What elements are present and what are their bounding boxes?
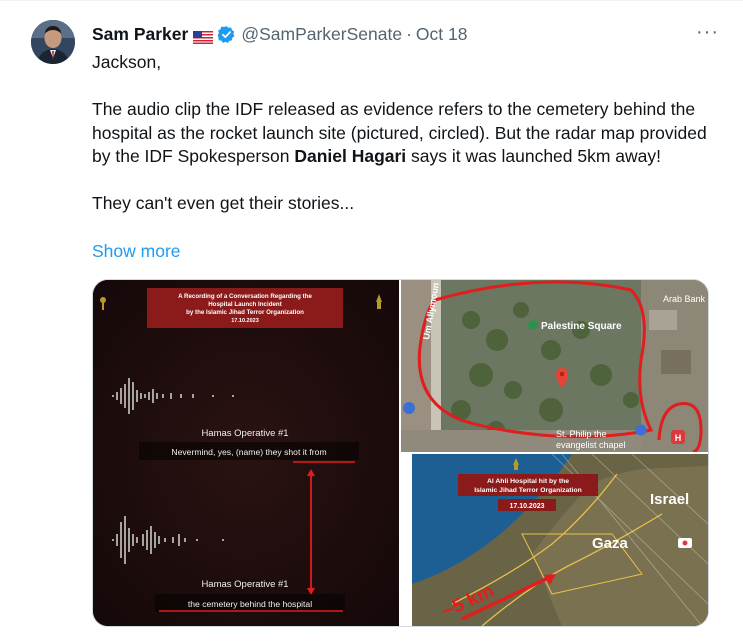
tweet-text-closing: They can't even get their stories... [92,193,355,213]
image1-title-line2: Hospital Launch Incident [208,301,282,308]
tweet-text-greeting: Jackson, [92,52,162,72]
image1-speaker-2: Hamas Operative #1 [201,579,288,590]
more-options-button[interactable]: ··· [696,22,719,42]
tweet-text-part: says it was launched 5km away! [406,146,662,166]
cemetery-map-image[interactable]: Um Allymoun Palestine Square Arab Bank S… [401,280,708,452]
map-poi-icon [403,402,415,414]
tweet-text-paragraph: The audio clip the IDF released as evide… [92,98,722,169]
svg-text:H: H [675,433,682,443]
author-handle[interactable]: @SamParkerSenate [241,24,402,45]
tweet-date[interactable]: Oct 18 [416,24,468,45]
avatar[interactable] [31,20,75,64]
map-chapel-line1: St. Philip the [556,429,607,439]
top-divider [0,0,743,1]
map-bank-label: Arab Bank [663,294,706,304]
image1-title-date: 17.10.2023 [231,318,259,324]
image1-caption-2: the cemetery behind the hospital [188,599,312,609]
place-pin-icon [528,320,538,330]
map-label-gaza: Gaza [592,535,629,552]
image1-title-line1: A Recording of a Conversation Regarding … [178,293,312,300]
show-more-link[interactable]: Show more [92,241,181,262]
image1-speaker-1: Hamas Operative #1 [201,428,288,439]
map-label-israel: Israel [650,491,689,508]
tweet-header: Sam Parker @SamParkerSenate · Oct 18 [92,23,703,45]
us-flag-icon [193,28,214,44]
image3-title-line1: Al Ahli Hospital hit by the [487,478,569,485]
image3-title-line2: Islamic Jihad Terror Organization [474,487,582,494]
header-separator: · [406,23,412,44]
image1-title-line3: by the Islamic Jihad Terror Organization [186,309,304,316]
image1-caption-1: Nevermind, yes, (name) they shot it from [171,447,326,457]
tweet-text: Jackson, The audio clip the IDF released… [92,51,722,216]
map-place-label: Palestine Square [541,321,622,332]
map-chapel-line2: evangelist chapel [556,440,626,450]
chapel-pin-icon [635,424,647,436]
image3-date: 17.10.2023 [509,503,544,510]
mention-bold-name: Daniel Hagari [294,146,407,166]
media-grid: A Recording of a Conversation Regarding … [92,279,709,627]
radar-map-image[interactable]: Al Ahli Hospital hit by the Islamic Jiha… [412,454,708,626]
audio-recording-image[interactable]: A Recording of a Conversation Regarding … [93,280,399,626]
verified-badge-icon[interactable] [217,25,236,44]
author-name[interactable]: Sam Parker [92,24,188,45]
